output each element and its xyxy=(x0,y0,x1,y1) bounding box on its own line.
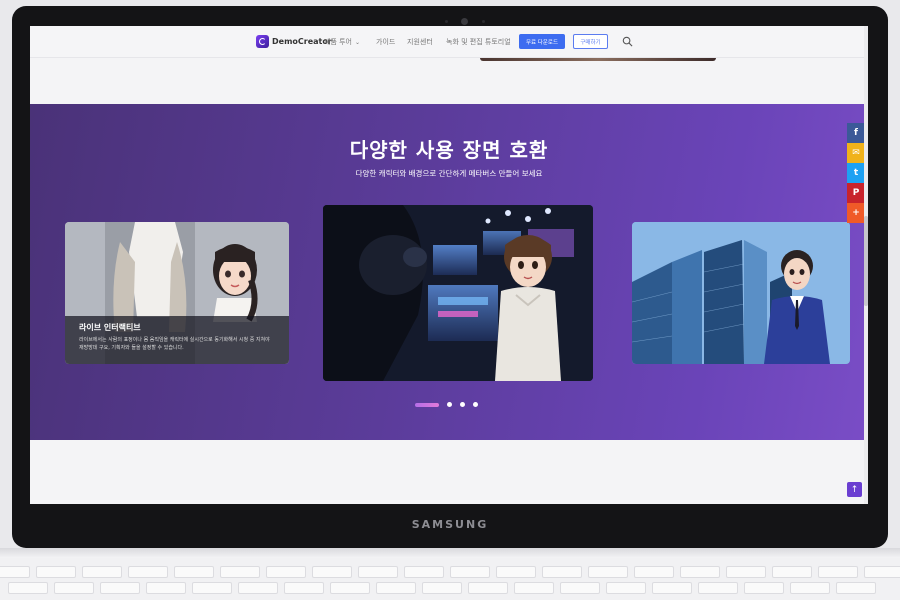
chevron-down-icon: ⌄ xyxy=(355,39,361,46)
use-case-section: 다양한 사용 장면 호환 다양한 캐릭터와 배경으로 간단하게 메타버스 만들어… xyxy=(30,104,868,440)
laptop-hinge xyxy=(0,548,900,558)
democreator-logo-icon xyxy=(256,35,269,48)
site-header: DemoCreator 제품 투어 ⌄ 가이드 지원센터 녹화 및 편집 튜토리얼… xyxy=(30,26,868,58)
card-caption-title: 라이브 인터랙티브 xyxy=(79,323,141,332)
message-icon[interactable]: ✉ xyxy=(847,143,865,163)
carousel-dot-4[interactable] xyxy=(473,402,478,407)
browser-viewport: DemoCreator 제품 투어 ⌄ 가이드 지원센터 녹화 및 편집 튜토리얼… xyxy=(30,26,868,504)
buy-button[interactable]: 구매하기 xyxy=(573,34,608,49)
facebook-icon[interactable]: f xyxy=(847,123,865,143)
laptop-brand: SAMSUNG xyxy=(411,518,489,531)
card-caption-description: 라이브에서는 사람의 표정이나 몸 움직임을 캐릭터에 실시간으로 동기화해서 … xyxy=(79,337,270,351)
gaming-illustration xyxy=(323,205,593,381)
business-illustration xyxy=(632,222,850,364)
nav-product-tour-label: 제품 투어 xyxy=(324,38,352,46)
nav-tutorial[interactable]: 녹화 및 편집 튜토리얼 xyxy=(446,37,511,47)
pinterest-icon[interactable]: P xyxy=(847,183,865,203)
carousel-dot-2[interactable] xyxy=(447,402,452,407)
twitter-icon[interactable]: t xyxy=(847,163,865,183)
card-caption: 라이브 인터랙티브 라이브에서는 사람의 표정이나 몸 움직임을 캐릭터에 실시… xyxy=(65,316,289,364)
free-download-button[interactable]: 무료 다운로드 xyxy=(519,34,565,49)
nav-product-tour[interactable]: 제품 투어 ⌄ xyxy=(324,37,360,47)
nav-guide[interactable]: 가이드 xyxy=(376,37,395,47)
section-subtitle: 다양한 캐릭터와 배경으로 간단하게 메타버스 만들어 보세요 xyxy=(355,169,543,178)
scrollbar[interactable] xyxy=(864,26,868,504)
webcam xyxy=(461,18,468,25)
carousel-card-gaming[interactable] xyxy=(323,205,593,381)
camera-sensor xyxy=(445,20,448,23)
scrollbar-thumb[interactable] xyxy=(864,216,868,306)
logo-text: DemoCreator xyxy=(272,37,332,46)
carousel-card-live[interactable]: 라이브 인터랙티브 라이브에서는 사람의 표정이나 몸 움직임을 캐릭터에 실시… xyxy=(65,222,289,364)
plus-icon[interactable]: + xyxy=(847,203,865,223)
site-logo[interactable]: DemoCreator xyxy=(256,35,332,48)
back-to-top-button[interactable]: ↑ xyxy=(847,482,862,497)
keyboard xyxy=(0,558,900,600)
carousel-dot-1[interactable] xyxy=(415,402,439,407)
carousel-pagination xyxy=(415,402,478,407)
previous-section-image xyxy=(480,58,716,61)
camera-sensor xyxy=(482,20,485,23)
search-icon[interactable] xyxy=(622,36,633,47)
section-title: 다양한 사용 장면 호환 xyxy=(349,138,549,162)
carousel-card-business[interactable] xyxy=(632,222,850,364)
social-share-bar: f ✉ t P + xyxy=(847,123,865,223)
nav-support[interactable]: 지원센터 xyxy=(407,37,433,47)
carousel-dot-3[interactable] xyxy=(460,402,465,407)
